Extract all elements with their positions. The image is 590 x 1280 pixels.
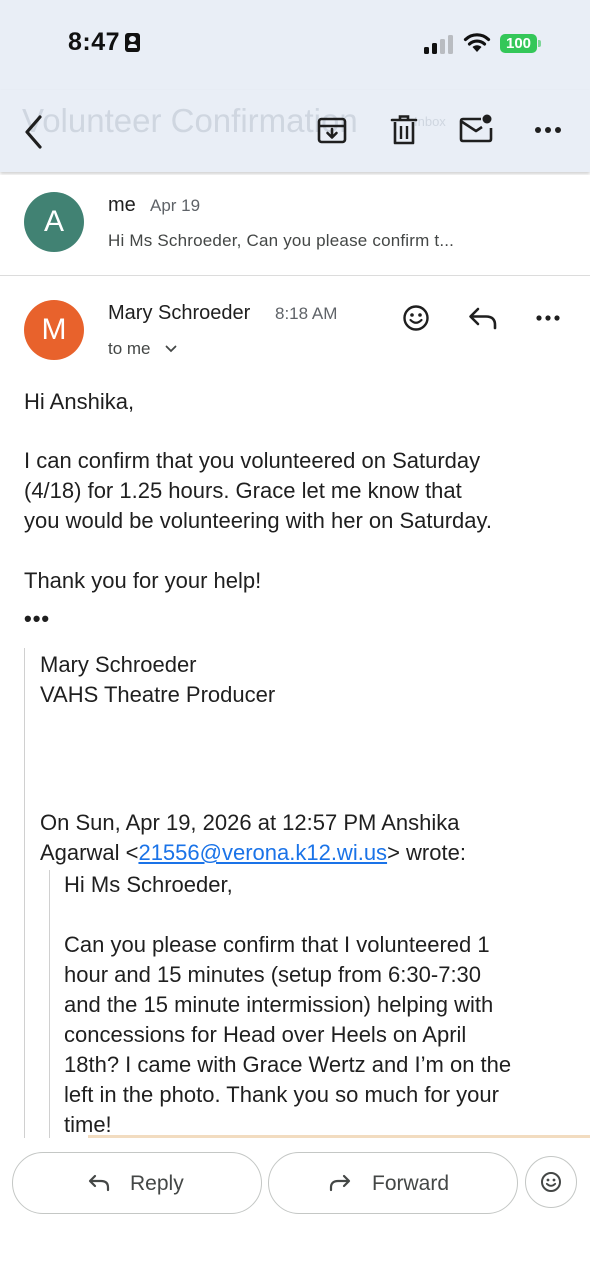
quoted-line: concessions for Head over Heels on April bbox=[64, 1022, 467, 1047]
quoted-greeting: Hi Ms Schroeder, bbox=[64, 872, 233, 897]
sender-email-link[interactable]: 21556@verona.k12.wi.us bbox=[138, 840, 387, 865]
message-time: 8:18 AM bbox=[275, 304, 338, 323]
recipient-label: to me bbox=[108, 339, 151, 358]
message-greeting: Hi Anshika, bbox=[24, 389, 135, 414]
archive-icon[interactable] bbox=[316, 114, 348, 146]
quoted-line: 18th? I came with Grace Wertz and I’m on… bbox=[64, 1052, 512, 1077]
quote-header-suffix: > wrote: bbox=[387, 840, 466, 865]
battery-level: 100 bbox=[505, 35, 532, 52]
emoji-icon bbox=[541, 1172, 561, 1192]
delete-icon[interactable] bbox=[390, 114, 418, 146]
more-options-icon[interactable] bbox=[534, 126, 562, 134]
contact-card-icon bbox=[125, 33, 141, 52]
paragraph-line: you would be volunteering with her on Sa… bbox=[24, 508, 492, 533]
battery-icon: 100 bbox=[500, 34, 537, 53]
add-reaction-icon[interactable] bbox=[402, 304, 430, 332]
quote-header-prefix: Agarwal < bbox=[40, 840, 139, 865]
show-trimmed-content-button[interactable]: ••• bbox=[24, 606, 50, 632]
forward-arrow-icon bbox=[329, 1174, 351, 1192]
message-more-options-icon[interactable] bbox=[535, 314, 561, 322]
collapsed-message-row[interactable]: A me Apr 19 Hi Ms Schroeder, Can you ple… bbox=[0, 175, 590, 276]
back-arrow-icon[interactable] bbox=[22, 114, 46, 150]
message-closing: Thank you for your help! bbox=[24, 568, 262, 593]
quoted-paragraph: Can you please confirm that I volunteere… bbox=[64, 930, 511, 1140]
mark-unread-icon[interactable] bbox=[459, 112, 495, 144]
quoted-line: Can you please confirm that I volunteere… bbox=[64, 932, 490, 957]
recipient-details-toggle[interactable]: to me bbox=[108, 339, 177, 359]
quote-header-line: Agarwal <21556@verona.k12.wi.us> wrote: bbox=[40, 838, 466, 868]
email-subject-title: Volunteer Confirmation bbox=[22, 102, 358, 139]
inbox-label-chip: Inbox bbox=[414, 114, 446, 129]
react-button[interactable] bbox=[525, 1156, 577, 1208]
quoted-line: and the 15 minute intermission) helping … bbox=[64, 992, 494, 1017]
reply-label: Reply bbox=[130, 1172, 184, 1195]
paragraph-line: I can confirm that you volunteered on Sa… bbox=[24, 448, 481, 473]
wifi-icon bbox=[463, 33, 491, 52]
signature-title: VAHS Theatre Producer bbox=[40, 682, 276, 707]
message-paragraph: I can confirm that you volunteered on Sa… bbox=[24, 446, 492, 536]
sender-name: Mary Schroeder bbox=[108, 302, 251, 324]
forward-label: Forward bbox=[372, 1172, 450, 1195]
quote-header-line: On Sun, Apr 19, 2026 at 12:57 PM Anshika bbox=[40, 810, 460, 835]
reply-button[interactable]: Reply bbox=[12, 1152, 262, 1214]
bottom-action-bar: Reply Forward bbox=[0, 1138, 590, 1280]
paragraph-line: (4/18) for 1.25 hours. Grace let me know… bbox=[24, 478, 462, 503]
sender-name: me bbox=[108, 194, 136, 216]
avatar: M bbox=[24, 300, 84, 360]
message-date: Apr 19 bbox=[150, 196, 201, 215]
cellular-signal-icon bbox=[424, 34, 454, 54]
quoted-line: hour and 15 minutes (setup from 6:30-7:3… bbox=[64, 962, 482, 987]
quoted-line: left in the photo. Thank you so much for… bbox=[64, 1082, 499, 1107]
avatar: A bbox=[24, 192, 84, 252]
battery-tip bbox=[538, 40, 541, 47]
message-snippet: Hi Ms Schroeder, Can you please confirm … bbox=[108, 231, 455, 250]
status-time: 8:47 bbox=[68, 28, 141, 57]
forward-button[interactable]: Forward bbox=[268, 1152, 518, 1214]
quote-attribution: On Sun, Apr 19, 2026 at 12:57 PM Anshika… bbox=[40, 808, 466, 868]
signature-name: Mary Schroeder bbox=[40, 652, 197, 677]
status-bar: 8:47 100 bbox=[0, 0, 590, 90]
status-time-text: 8:47 bbox=[68, 28, 121, 56]
quoted-text-block: Mary Schroeder VAHS Theatre Producer On … bbox=[24, 648, 590, 1138]
nested-quoted-block: Hi Ms Schroeder, Can you please confirm … bbox=[49, 870, 590, 1138]
reply-arrow-icon bbox=[88, 1174, 110, 1192]
reply-icon[interactable] bbox=[468, 306, 498, 330]
chevron-down-icon bbox=[165, 345, 177, 353]
app-bar: Volunteer Confirmation Inbox bbox=[0, 90, 590, 172]
